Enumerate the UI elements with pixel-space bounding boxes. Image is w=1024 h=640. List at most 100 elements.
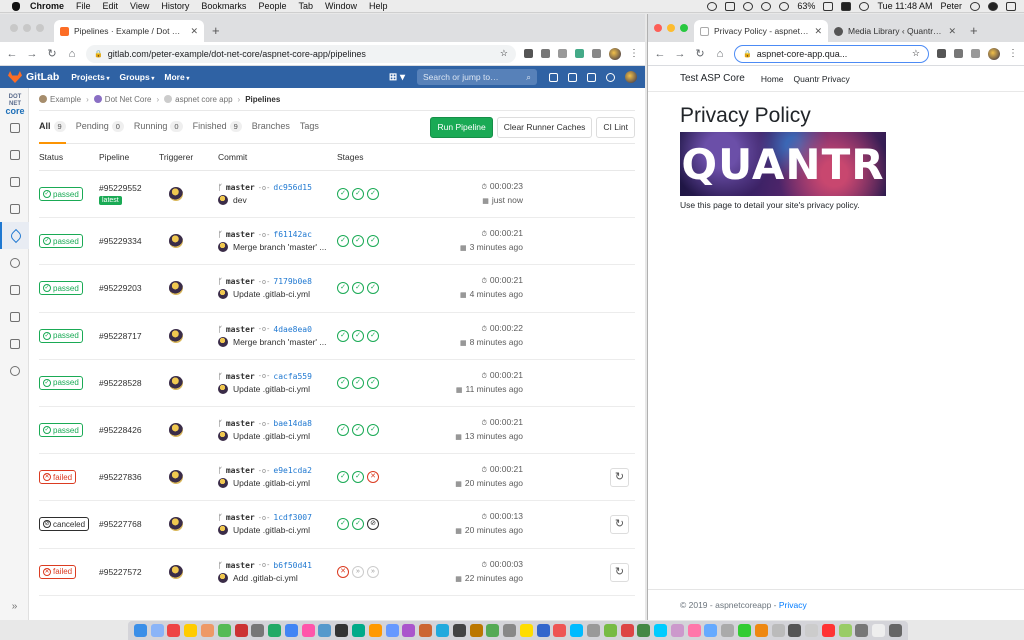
dock-app-icon[interactable] [301, 624, 315, 637]
dock-app-icon[interactable] [889, 624, 903, 637]
dock-app-icon[interactable] [469, 624, 483, 637]
close-tab-icon[interactable]: ✕ [948, 26, 956, 37]
status-badge[interactable]: ✓ passed [39, 375, 83, 390]
help-icon[interactable] [606, 72, 615, 82]
stage-status-icon[interactable]: ✓ [352, 471, 364, 484]
sidebar-snippets-icon[interactable] [0, 330, 29, 357]
dock-app-icon[interactable] [620, 624, 634, 637]
sidebar-repository-icon[interactable] [0, 141, 29, 168]
commit-author-avatar[interactable] [218, 525, 228, 536]
todos-icon[interactable] [587, 72, 596, 82]
sidebar-operations-icon[interactable] [0, 249, 29, 276]
todos-panel-icon[interactable] [549, 72, 558, 82]
app-brand[interactable]: Test ASP Core [680, 73, 745, 84]
dock-app-icon[interactable] [167, 624, 181, 637]
commit-sha-link[interactable]: 7179b0e8 [273, 277, 312, 286]
stage-status-icon[interactable]: ✕ [337, 565, 349, 578]
dock-app-icon[interactable] [318, 624, 332, 637]
nav-more[interactable]: More [164, 72, 189, 82]
close-tab-icon[interactable]: ✕ [190, 26, 198, 37]
dock-app-icon[interactable] [402, 624, 416, 637]
status-badge[interactable]: ✓ passed [39, 328, 83, 343]
dock-app-icon[interactable] [637, 624, 651, 637]
breadcrumb-dot-net-core[interactable]: Dot Net Core [93, 95, 151, 104]
dock-app-icon[interactable] [754, 624, 768, 637]
dock-app-icon[interactable] [771, 624, 785, 637]
branch-link[interactable]: master [226, 419, 255, 428]
profile-avatar[interactable] [988, 47, 1000, 60]
sidebar-issues-icon[interactable] [0, 168, 29, 195]
forward-icon[interactable]: → [674, 48, 686, 60]
commit-author-avatar[interactable] [218, 572, 228, 583]
browser-tab-media-library[interactable]: Media Library ‹ Quantr — Wo ✕ [828, 20, 962, 42]
sidebar-registry-icon[interactable] [0, 276, 29, 303]
stage-status-icon[interactable]: ✓ [352, 188, 364, 201]
user-avatar[interactable] [625, 71, 637, 83]
dock-app-icon[interactable] [721, 624, 735, 637]
commit-sha-link[interactable]: 4dae8ea0 [273, 325, 312, 334]
status-badge[interactable]: ✓ passed [39, 423, 83, 438]
commit-message-link[interactable]: Update .gitlab-ci.yml [233, 289, 310, 299]
commit-message-link[interactable]: dev [233, 195, 247, 205]
stage-status-icon[interactable]: ✕ [367, 471, 379, 484]
pipeline-id-link[interactable]: #95227836 [99, 472, 159, 482]
commit-sha-link[interactable]: e9e1cda2 [273, 466, 312, 475]
commit-author-avatar[interactable] [218, 289, 228, 300]
stage-status-icon[interactable]: ✓ [352, 282, 364, 295]
close-window-button[interactable] [10, 24, 18, 32]
merge-requests-icon[interactable] [568, 72, 577, 82]
nav-home[interactable]: Home [761, 74, 784, 84]
menu-help[interactable]: Help [369, 1, 388, 11]
menu-edit[interactable]: Edit [103, 1, 119, 11]
branch-link[interactable]: master [226, 372, 255, 381]
pipeline-id-link[interactable]: #95228426 [99, 425, 159, 435]
stage-status-icon[interactable]: ✓ [367, 329, 379, 342]
reload-icon[interactable]: ↻ [694, 47, 706, 60]
stage-status-icon[interactable]: ✓ [367, 282, 379, 295]
commit-message-link[interactable]: Add .gitlab-ci.yml [233, 573, 298, 583]
commit-message-link[interactable]: Merge branch 'master' ... [233, 337, 326, 347]
branch-link[interactable]: master [226, 277, 255, 286]
dock-app-icon[interactable] [435, 624, 449, 637]
stage-status-icon[interactable]: ✓ [337, 376, 349, 389]
commit-sha-link[interactable]: 1cdf3007 [273, 513, 312, 522]
pipeline-id-link[interactable]: #95228528 [99, 378, 159, 388]
menu-view[interactable]: View [130, 1, 149, 11]
url-bar[interactable]: 🔒 aspnet-core-app.qua... ☆ [734, 44, 929, 63]
dock-app-icon[interactable] [519, 624, 533, 637]
branch-link[interactable]: master [226, 561, 255, 570]
stage-status-icon[interactable]: ✓ [352, 376, 364, 389]
browser-tab-pipelines[interactable]: Pipelines · Example / Dot Net C ✕ [54, 20, 204, 42]
dock-app-icon[interactable] [452, 624, 466, 637]
stage-status-icon[interactable]: ✓ [352, 329, 364, 342]
bookmark-star-icon[interactable]: ☆ [500, 48, 508, 59]
commit-author-avatar[interactable] [218, 383, 228, 394]
dock-app-icon[interactable] [872, 624, 886, 637]
retry-button[interactable]: ↻ [610, 468, 629, 488]
pipeline-id-link[interactable]: #95229203 [99, 283, 159, 293]
minimize-window-button[interactable] [667, 24, 675, 32]
collapse-sidebar-icon[interactable]: » [0, 601, 29, 612]
status-badge[interactable]: ✓ passed [39, 234, 83, 249]
triggerer-avatar[interactable] [169, 234, 183, 249]
tab-all[interactable]: All 9 [39, 111, 66, 144]
dock-app-icon[interactable] [150, 624, 164, 637]
stage-status-icon[interactable]: » [352, 565, 364, 578]
pipeline-id-link[interactable]: #95229552 [99, 183, 159, 193]
commit-sha-link[interactable]: bae14da8 [273, 419, 312, 428]
commit-message-link[interactable]: Update .gitlab-ci.yml [233, 478, 310, 488]
menu-history[interactable]: History [161, 1, 189, 11]
dock-app-icon[interactable] [251, 624, 265, 637]
tab-finished[interactable]: Finished 9 [193, 111, 242, 144]
menu-people[interactable]: People [258, 1, 286, 11]
tab-branches[interactable]: Branches [252, 111, 290, 144]
stage-status-icon[interactable]: ✓ [337, 471, 349, 484]
stage-status-icon[interactable]: ⊘ [367, 518, 379, 531]
run-pipeline-button[interactable]: Run Pipeline [430, 116, 493, 138]
sidebar-merge-requests-icon[interactable] [0, 195, 29, 222]
dock-app-icon[interactable] [805, 624, 819, 637]
menubar-clock[interactable]: Tue 11:48 AM [877, 1, 932, 11]
extension-icon[interactable] [937, 49, 946, 58]
triggerer-avatar[interactable] [169, 564, 183, 579]
chrome-menu-icon[interactable]: ⋮ [629, 48, 639, 59]
